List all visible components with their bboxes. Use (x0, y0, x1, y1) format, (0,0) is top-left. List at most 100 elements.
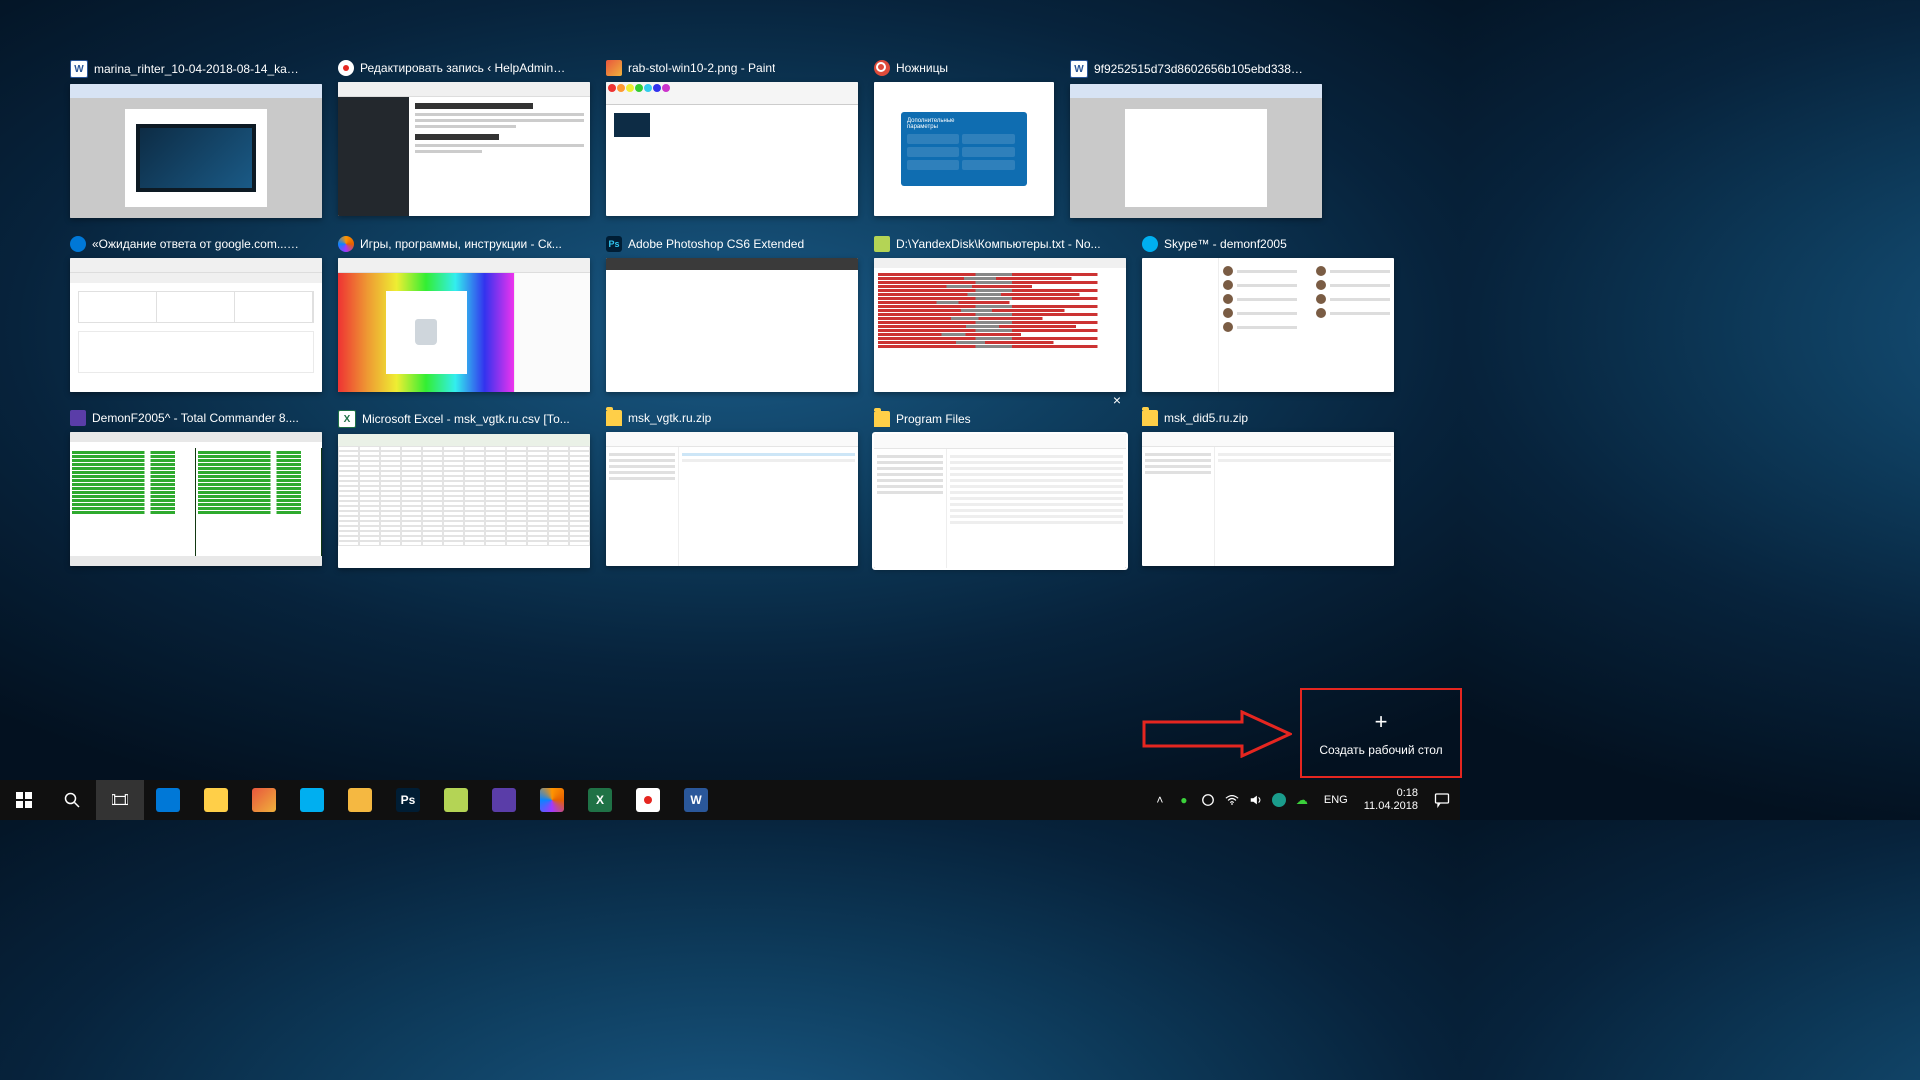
photoshop-icon: Ps (606, 236, 622, 252)
word-icon: W (684, 788, 708, 812)
window-title: msk_vgtk.ru.zip (628, 411, 711, 425)
window-thumb-explorer-programfiles[interactable]: Program Files × (874, 410, 1126, 568)
window-thumb-word-2[interactable]: W9f9252515d73d8602656b105ebd338c... (1070, 60, 1322, 218)
skype-icon (1142, 236, 1158, 252)
taskview-button[interactable] (96, 780, 144, 820)
taskbar-right: ˄ ● ☁ ENG 0:18 11.04.2018 (1146, 780, 1460, 820)
window-title: «Ожидание ответа от google.com...»... (92, 237, 302, 251)
start-button[interactable] (0, 780, 48, 820)
search-button[interactable] (48, 780, 96, 820)
window-thumb-excel[interactable]: XMicrosoft Excel - msk_vgtk.ru.csv [То..… (338, 410, 590, 568)
word-icon: W (70, 60, 88, 78)
window-title: D:\YandexDisk\Компьютеры.txt - No... (896, 237, 1101, 251)
taskbar-app-word[interactable]: W (672, 780, 720, 820)
paint-icon (348, 788, 372, 812)
window-title: Редактировать запись ‹ HelpAdmins.... (360, 61, 570, 75)
window-preview: Дополнительные параметры (874, 82, 1054, 216)
taskbar: Ps X W ˄ ● ☁ ENG 0:18 11.04.2018 (0, 780, 1460, 820)
totalcommander-icon (70, 410, 86, 426)
task-view-row-3: DemonF2005^ - Total Commander 8.... XMic… (70, 410, 1400, 568)
skype-icon (300, 788, 324, 812)
paint-icon (606, 60, 622, 76)
tray-wifi-icon[interactable] (1224, 792, 1240, 808)
tray-cloud-icon[interactable]: ☁ (1294, 792, 1310, 808)
taskbar-app-photoshop[interactable]: Ps (384, 780, 432, 820)
window-thumb-notepadpp[interactable]: D:\YandexDisk\Компьютеры.txt - No... (874, 236, 1126, 392)
close-thumb-button[interactable]: × (1108, 392, 1126, 410)
taskbar-app-skype[interactable] (288, 780, 336, 820)
taskbar-app-totalcommander[interactable] (480, 780, 528, 820)
window-thumb-explorer-zip-2[interactable]: msk_did5.ru.zip (1142, 410, 1394, 568)
window-preview (338, 258, 590, 392)
clock-time: 0:18 (1397, 787, 1418, 800)
taskbar-app-paint[interactable] (240, 780, 288, 820)
language-indicator[interactable]: ENG (1318, 794, 1354, 806)
taskbar-app-painttool[interactable] (336, 780, 384, 820)
window-title: Игры, программы, инструкции - Ск... (360, 237, 562, 251)
window-thumb-yandex[interactable]: Редактировать запись ‹ HelpAdmins.... (338, 60, 590, 218)
window-preview (70, 432, 322, 566)
tray-chevron-icon[interactable]: ˄ (1152, 792, 1168, 808)
window-thumb-explorer-zip-1[interactable]: msk_vgtk.ru.zip (606, 410, 858, 568)
window-preview (606, 82, 858, 216)
window-title: Skype™ - demonf2005 (1164, 237, 1287, 251)
window-title: Program Files (896, 412, 971, 426)
taskbar-app-notepadpp[interactable] (432, 780, 480, 820)
window-preview (874, 434, 1126, 568)
excel-icon: X (588, 788, 612, 812)
notepadpp-icon (874, 236, 890, 252)
windows-icon (16, 792, 32, 808)
taskbar-app-firefox[interactable] (528, 780, 576, 820)
plus-icon: + (1375, 709, 1388, 735)
window-preview (606, 432, 858, 566)
yandex-icon (636, 788, 660, 812)
clock-date: 11.04.2018 (1364, 800, 1418, 813)
window-title: rab-stol-win10-2.png - Paint (628, 61, 775, 75)
paint-icon (252, 788, 276, 812)
system-tray[interactable]: ˄ ● ☁ (1146, 792, 1316, 808)
window-thumb-paint[interactable]: rab-stol-win10-2.png - Paint (606, 60, 858, 218)
window-thumb-totalcommander[interactable]: DemonF2005^ - Total Commander 8.... (70, 410, 322, 568)
taskbar-app-explorer[interactable] (192, 780, 240, 820)
taskbar-app-excel[interactable]: X (576, 780, 624, 820)
folder-icon (1142, 410, 1158, 426)
scissors-icon (874, 60, 890, 76)
folder-icon (874, 411, 890, 427)
window-preview (606, 258, 858, 392)
tray-app-icon[interactable] (1272, 793, 1286, 807)
tray-volume-icon[interactable] (1248, 792, 1264, 808)
notepadpp-icon (444, 788, 468, 812)
explorer-icon (204, 788, 228, 812)
window-thumb-word-1[interactable]: Wmarina_rihter_10-04-2018-08-14_kak_... (70, 60, 322, 218)
window-preview (338, 434, 590, 568)
annotation-arrow (1142, 710, 1292, 758)
tray-status-icon[interactable]: ● (1176, 792, 1192, 808)
tray-yandexdisk-icon[interactable] (1200, 792, 1216, 808)
window-preview (70, 84, 322, 218)
task-view-row-1: Wmarina_rihter_10-04-2018-08-14_kak_... … (70, 60, 1400, 218)
clock[interactable]: 0:18 11.04.2018 (1356, 787, 1426, 813)
window-preview (874, 258, 1126, 392)
yandex-icon (338, 60, 354, 76)
taskbar-app-yandex[interactable] (624, 780, 672, 820)
window-title: DemonF2005^ - Total Commander 8.... (92, 411, 299, 425)
action-center-button[interactable] (1428, 780, 1456, 820)
new-desktop-label: Создать рабочий стол (1319, 743, 1442, 757)
taskbar-app-edge[interactable] (144, 780, 192, 820)
window-preview (1142, 258, 1394, 392)
window-thumb-edge[interactable]: «Ожидание ответа от google.com...»... (70, 236, 322, 392)
preview-card-title: Дополнительные параметры (907, 118, 987, 130)
window-thumb-snip[interactable]: Ножницы Дополнительные параметры (874, 60, 1054, 218)
edge-icon (156, 788, 180, 812)
window-thumb-skype[interactable]: Skype™ - demonf2005 (1142, 236, 1394, 392)
new-desktop-button[interactable]: + Создать рабочий стол (1302, 690, 1460, 776)
window-thumb-photoshop[interactable]: PsAdobe Photoshop CS6 Extended (606, 236, 858, 392)
firefox-icon (540, 788, 564, 812)
task-view: Wmarina_rihter_10-04-2018-08-14_kak_... … (70, 60, 1400, 568)
window-title: Ножницы (896, 61, 948, 75)
excel-icon: X (338, 410, 356, 428)
taskview-icon (112, 792, 128, 808)
window-thumb-firefox[interactable]: Игры, программы, инструкции - Ск... (338, 236, 590, 392)
word-icon: W (1070, 60, 1088, 78)
totalcommander-icon (492, 788, 516, 812)
